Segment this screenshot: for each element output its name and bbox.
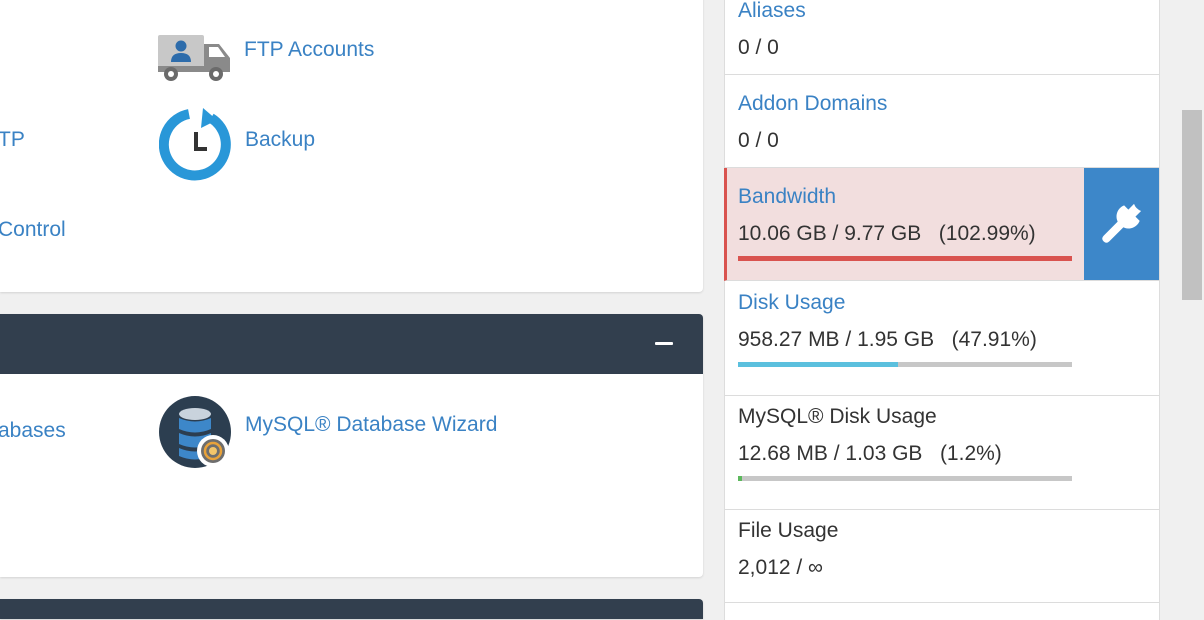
stat-file-usage-title: File Usage	[738, 519, 839, 542]
stat-mysql-disk-usage-title: MySQL® Disk Usage	[738, 405, 937, 428]
files-panel: TP Control FTP Accounts Backup	[0, 0, 703, 292]
stat-bandwidth-title[interactable]: Bandwidth	[738, 185, 836, 209]
page-scrollbar[interactable]	[1180, 0, 1204, 610]
bandwidth-progress-fill	[738, 256, 1072, 261]
database-wizard-icon[interactable]	[159, 396, 233, 470]
stat-addon-domains-value: 0 / 0	[738, 129, 779, 152]
bandwidth-progress-bar	[738, 256, 1072, 261]
stat-addon-domains-title[interactable]: Addon Domains	[738, 92, 887, 116]
stat-bandwidth-value: 10.06 GB / 9.77 GB (102.99%)	[738, 222, 1036, 245]
stat-bandwidth: Bandwidth 10.06 GB / 9.77 GB (102.99%)	[724, 168, 1159, 281]
stat-disk-usage-title[interactable]: Disk Usage	[738, 291, 845, 315]
stat-file-usage: File Usage 2,012 / ∞	[725, 510, 1159, 603]
ftp-truck-icon[interactable]	[157, 34, 232, 82]
databases-item-label[interactable]: abases	[0, 419, 66, 443]
minus-icon[interactable]	[655, 342, 673, 345]
stat-addon-domains: Addon Domains 0 / 0	[725, 75, 1159, 168]
wrench-icon	[1102, 203, 1142, 243]
ftp-accounts-link[interactable]: FTP Accounts	[244, 38, 374, 62]
disk-usage-progress-fill	[738, 362, 899, 367]
statistics-panel: Aliases 0 / 0 Addon Domains 0 / 0 Bandwi…	[724, 0, 1160, 620]
mysql-disk-usage-progress-fill	[738, 476, 742, 481]
stat-mysql-disk-usage-value: 12.68 MB / 1.03 GB (1.2%)	[738, 442, 1002, 465]
stat-disk-usage-value: 958.27 MB / 1.95 GB (47.91%)	[738, 328, 1037, 351]
stat-file-usage-value: 2,012 / ∞	[738, 556, 824, 579]
mysql-database-wizard-link[interactable]: MySQL® Database Wizard	[245, 413, 497, 437]
stat-mysql-disk-usage: MySQL® Disk Usage 12.68 MB / 1.03 GB (1.…	[725, 396, 1159, 510]
disk-usage-progress-bar	[738, 362, 1072, 367]
ftp-item-label[interactable]: TP	[0, 128, 25, 152]
next-panel-header	[0, 599, 703, 619]
control-item-label[interactable]: Control	[0, 218, 66, 242]
mysql-disk-usage-progress-bar	[738, 476, 1072, 481]
backup-link[interactable]: Backup	[245, 128, 315, 152]
backup-clock-icon[interactable]	[158, 108, 233, 182]
stat-aliases-value: 0 / 0	[738, 36, 779, 59]
stat-aliases: Aliases 0 / 0	[725, 0, 1159, 75]
scrollbar-thumb[interactable]	[1182, 110, 1202, 300]
stat-aliases-title[interactable]: Aliases	[738, 0, 806, 23]
stat-disk-usage: Disk Usage 958.27 MB / 1.95 GB (47.91%)	[725, 281, 1159, 396]
bandwidth-settings-button[interactable]	[1084, 168, 1159, 280]
databases-panel-body: abases MySQL® Database Wizard	[0, 374, 703, 577]
databases-panel-header	[0, 314, 703, 374]
